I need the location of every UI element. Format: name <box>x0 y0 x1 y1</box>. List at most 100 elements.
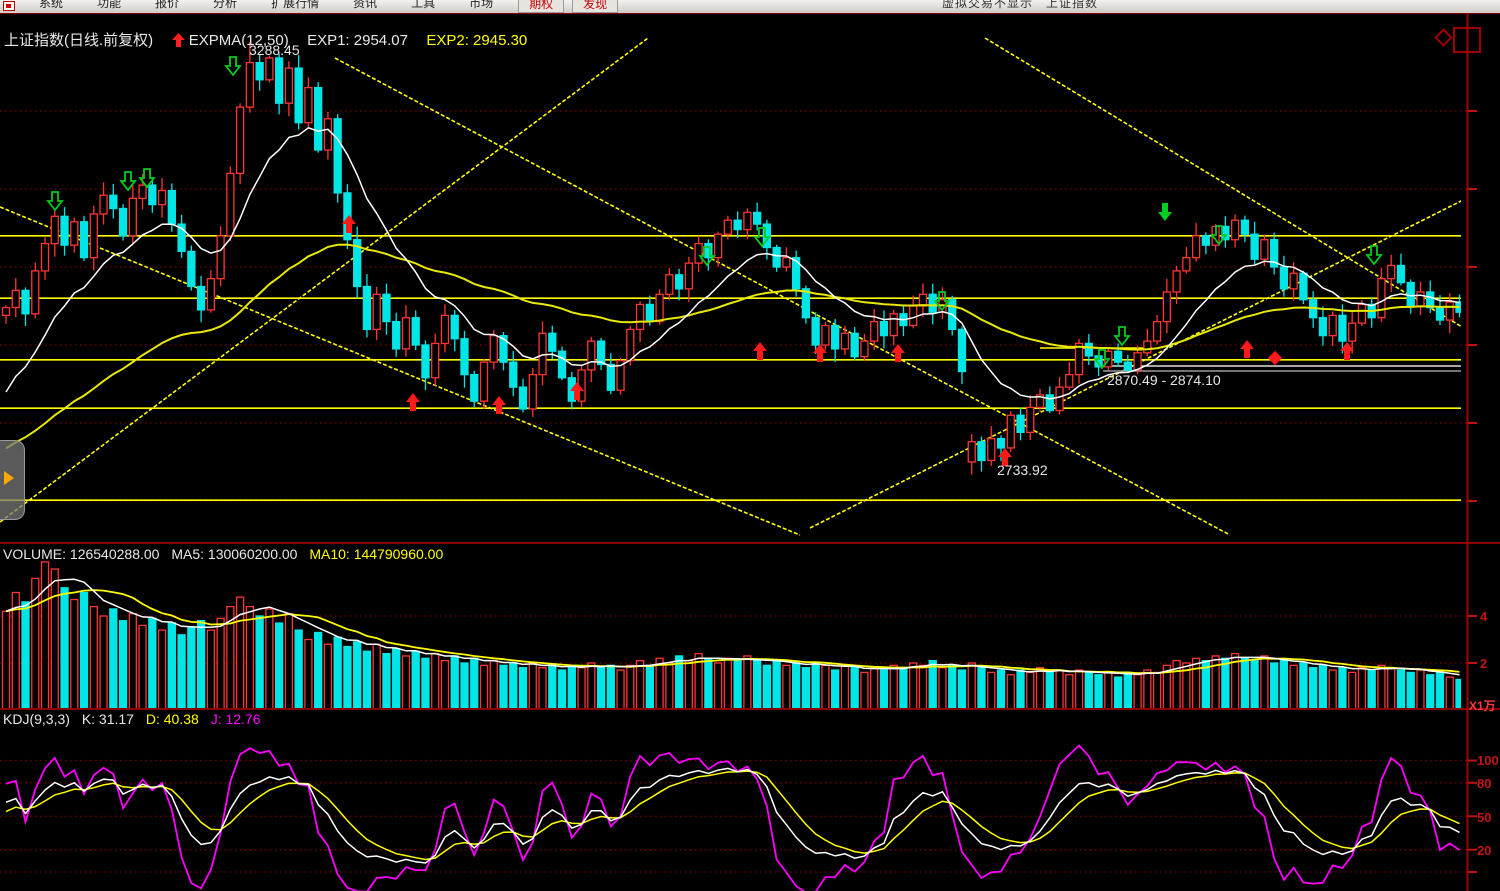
candle-body <box>188 251 195 286</box>
volume-bar <box>988 672 995 710</box>
candle-body <box>871 322 878 342</box>
volume-bar <box>451 656 458 710</box>
menu-item-quotes[interactable]: 报价 <box>138 0 196 11</box>
volume-bar <box>685 661 692 710</box>
volume-bar <box>363 651 370 710</box>
trend-line[interactable] <box>985 38 1467 330</box>
volume-bar <box>783 665 790 710</box>
volume-bar <box>520 668 527 710</box>
candle-body <box>1280 267 1287 289</box>
range-price-label: 2870.49 - 2874.10 <box>1107 372 1221 388</box>
candle-body <box>422 345 429 378</box>
candle-body <box>1232 220 1239 240</box>
volume-bar <box>1261 656 1268 710</box>
volume-bar <box>802 668 809 710</box>
volume-bar <box>305 640 312 711</box>
volume-bar <box>61 588 68 710</box>
candle-body <box>1436 308 1443 320</box>
trend-line[interactable] <box>335 58 1230 535</box>
menu-item-options[interactable]: 期权 <box>518 0 564 13</box>
volume-bar <box>529 663 536 710</box>
kdj-axis-tick-80: 80 <box>1477 776 1491 791</box>
candle-body <box>159 191 166 205</box>
candle-body <box>734 220 741 229</box>
menu-item-function[interactable]: 功能 <box>80 0 138 11</box>
candle-body <box>285 68 292 103</box>
candle-body <box>773 248 780 268</box>
candle-body <box>42 244 49 271</box>
maximize-pane-icon[interactable] <box>1453 27 1481 53</box>
candle-body <box>1319 318 1326 336</box>
candlestick-layer <box>3 42 1463 475</box>
candle-body <box>666 275 673 295</box>
volume-bar <box>1222 658 1229 710</box>
volume-bar <box>354 642 361 710</box>
buy-signal-arrow-icon <box>492 396 506 414</box>
trend-line[interactable] <box>0 38 648 522</box>
volume-bar <box>315 632 322 710</box>
sidebar-expand-tab[interactable] <box>0 440 25 520</box>
candle-body <box>129 198 136 235</box>
menu-item-market[interactable]: 市场 <box>452 0 510 11</box>
kdj-indicator-name[interactable]: KDJ(9,3,3) <box>3 711 70 727</box>
candle-body <box>822 326 829 346</box>
menu-item-system[interactable]: 系统 <box>22 0 80 11</box>
kdj-axis-tick-50: 50 <box>1477 810 1491 825</box>
volume-bar <box>578 668 585 710</box>
kdj-axis-tick-20: 20 <box>1477 843 1491 858</box>
chart-canvas[interactable] <box>0 0 1500 891</box>
menu-item-analysis[interactable]: 分析 <box>196 0 254 11</box>
candle-body <box>1251 234 1258 259</box>
volume-bars-layer <box>3 562 1463 710</box>
volume-bar <box>841 665 848 710</box>
sell-signal-arrow-icon <box>1367 246 1381 264</box>
menu-item-news[interactable]: 资讯 <box>336 0 394 11</box>
volume-bar <box>1027 672 1034 710</box>
volume-bar <box>266 609 273 710</box>
volume-bar <box>968 663 975 710</box>
menu-item-discover[interactable]: 发现 <box>572 0 618 13</box>
volume-bar <box>666 663 673 710</box>
candle-body <box>402 318 409 349</box>
candle-body <box>1115 351 1122 362</box>
candle-body <box>1417 292 1424 306</box>
volume-bar <box>929 661 936 710</box>
volume-bar <box>402 656 409 710</box>
volume-bar <box>1251 661 1258 710</box>
candle-body <box>998 439 1005 448</box>
candle-body <box>139 185 146 198</box>
volume-bar <box>793 663 800 710</box>
volume-bar <box>432 654 439 710</box>
candle-body <box>461 339 468 375</box>
volume-bar <box>880 670 887 710</box>
candle-body <box>929 294 936 312</box>
app-logo-icon[interactable] <box>3 1 15 11</box>
volume-bar <box>617 670 624 710</box>
volume-bar <box>1436 672 1443 710</box>
menu-item-tools[interactable]: 工具 <box>394 0 452 11</box>
volume-bar <box>1134 675 1141 710</box>
volume-bar <box>1095 675 1102 710</box>
volume-bar <box>1339 668 1346 710</box>
volume-bar <box>871 668 878 710</box>
volume-bar <box>646 665 653 710</box>
red-diamond-marker-icon <box>1268 351 1282 365</box>
candle-body <box>441 315 448 343</box>
volume-bar <box>851 668 858 710</box>
volume-bar <box>510 663 517 710</box>
volume-bar <box>276 623 283 710</box>
volume-bar <box>285 614 292 710</box>
volume-bar <box>627 665 634 710</box>
candle-body <box>1349 323 1356 341</box>
candle-body <box>149 185 156 205</box>
menu-item-extended[interactable]: 扩展行情 <box>254 0 336 11</box>
sell-signal-arrow-icon <box>48 192 62 210</box>
volume-bar <box>81 593 88 711</box>
kdj-axis-tick-100: 100 <box>1477 753 1499 768</box>
volume-bar <box>588 663 595 710</box>
volume-bar <box>1446 677 1453 710</box>
candle-body <box>3 308 10 316</box>
candle-body <box>1134 353 1141 370</box>
volume-bar <box>861 672 868 710</box>
volume-unit-label: X1万 <box>1469 697 1496 714</box>
